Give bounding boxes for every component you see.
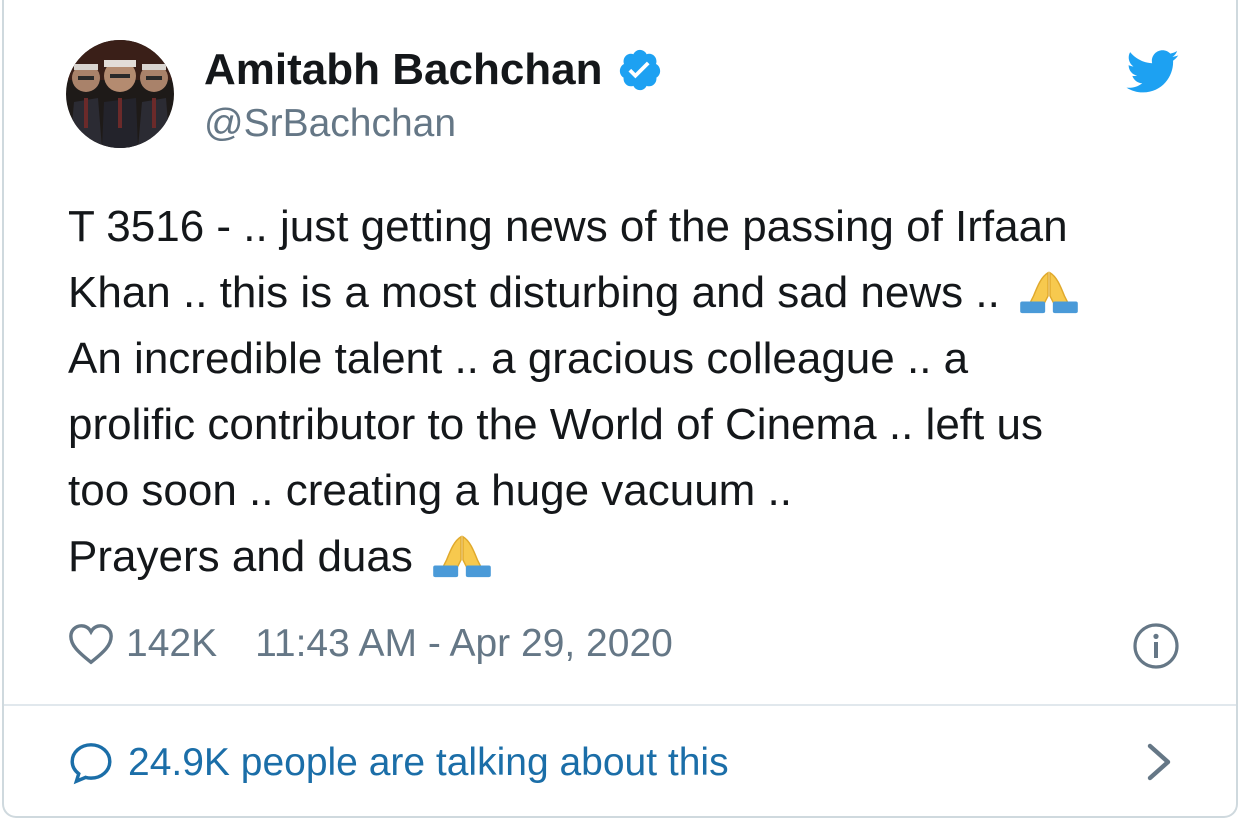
- avatar-image: [66, 40, 174, 148]
- folded-hands-icon: [433, 535, 491, 578]
- author-handle[interactable]: @SrBachchan: [204, 101, 456, 147]
- tweet-line: prolific contributor to the World of Cin…: [68, 400, 1043, 449]
- divider: [4, 704, 1236, 706]
- tweet-text: T 3516 - .. just getting news of the pas…: [68, 194, 1188, 590]
- author-display-name[interactable]: Amitabh Bachchan: [204, 44, 603, 96]
- tweet-card: Amitabh Bachchan @SrBachchan T 3516 - ..…: [2, 0, 1238, 818]
- author-name-row[interactable]: Amitabh Bachchan: [204, 44, 663, 96]
- verified-badge-icon: [619, 49, 660, 91]
- conversation-count-text[interactable]: 24.9K people are talking about this: [128, 741, 729, 785]
- tweet-timestamp[interactable]: 11:43 AM - Apr 29, 2020: [255, 622, 673, 666]
- tweet-line: too soon .. creating a huge vacuum ..: [68, 466, 793, 515]
- chevron-right-icon[interactable]: [1144, 742, 1174, 782]
- tweet-line: T 3516 - .. just getting news of the pas…: [68, 202, 1068, 251]
- heart-icon[interactable]: [68, 622, 114, 666]
- tweet-line: An incredible talent .. a gracious colle…: [68, 334, 969, 383]
- like-count[interactable]: 142K: [126, 622, 217, 666]
- twitter-bird-icon[interactable]: [1126, 50, 1180, 94]
- tweet-line: Prayers and duas: [68, 532, 426, 581]
- conversation-link[interactable]: 24.9K people are talking about this: [68, 738, 729, 788]
- speech-bubble-icon: [70, 743, 112, 785]
- info-icon[interactable]: [1132, 622, 1180, 670]
- avatar[interactable]: [66, 40, 174, 148]
- tweet-meta: 142K 11:43 AM - Apr 29, 2020: [68, 618, 673, 670]
- tweet-line: Khan .. this is a most disturbing and sa…: [68, 268, 1013, 317]
- folded-hands-icon: [1020, 271, 1078, 314]
